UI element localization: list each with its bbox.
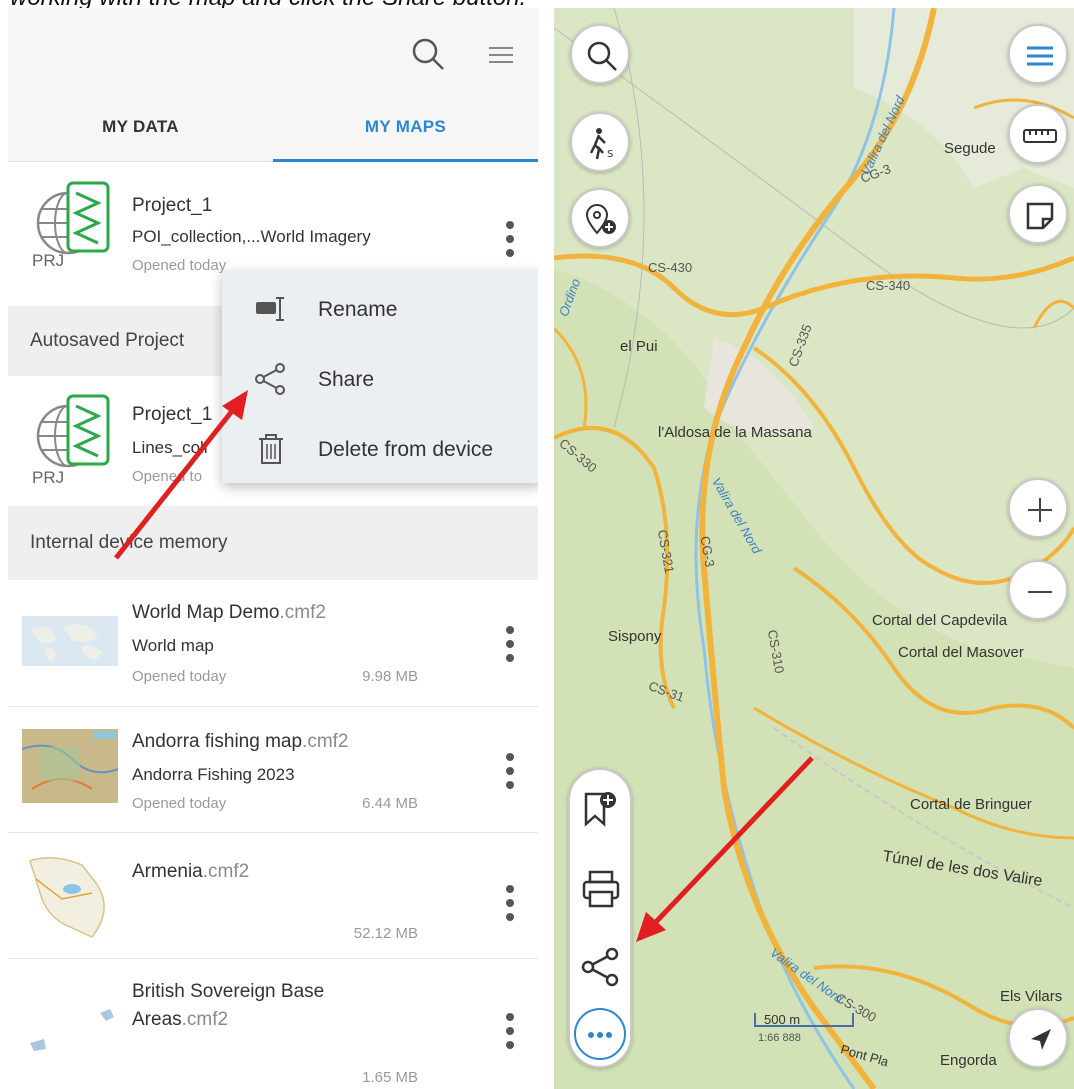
- my-maps-screen: MY DATA MY MAPS PRJ Project_1 POI_collec…: [8, 8, 538, 1089]
- map-screen[interactable]: Segude el Pui l'Aldosa de la Massana Sis…: [554, 8, 1074, 1089]
- red-arrow-annotation: [114, 390, 248, 560]
- red-arrow-annotation: [636, 756, 814, 942]
